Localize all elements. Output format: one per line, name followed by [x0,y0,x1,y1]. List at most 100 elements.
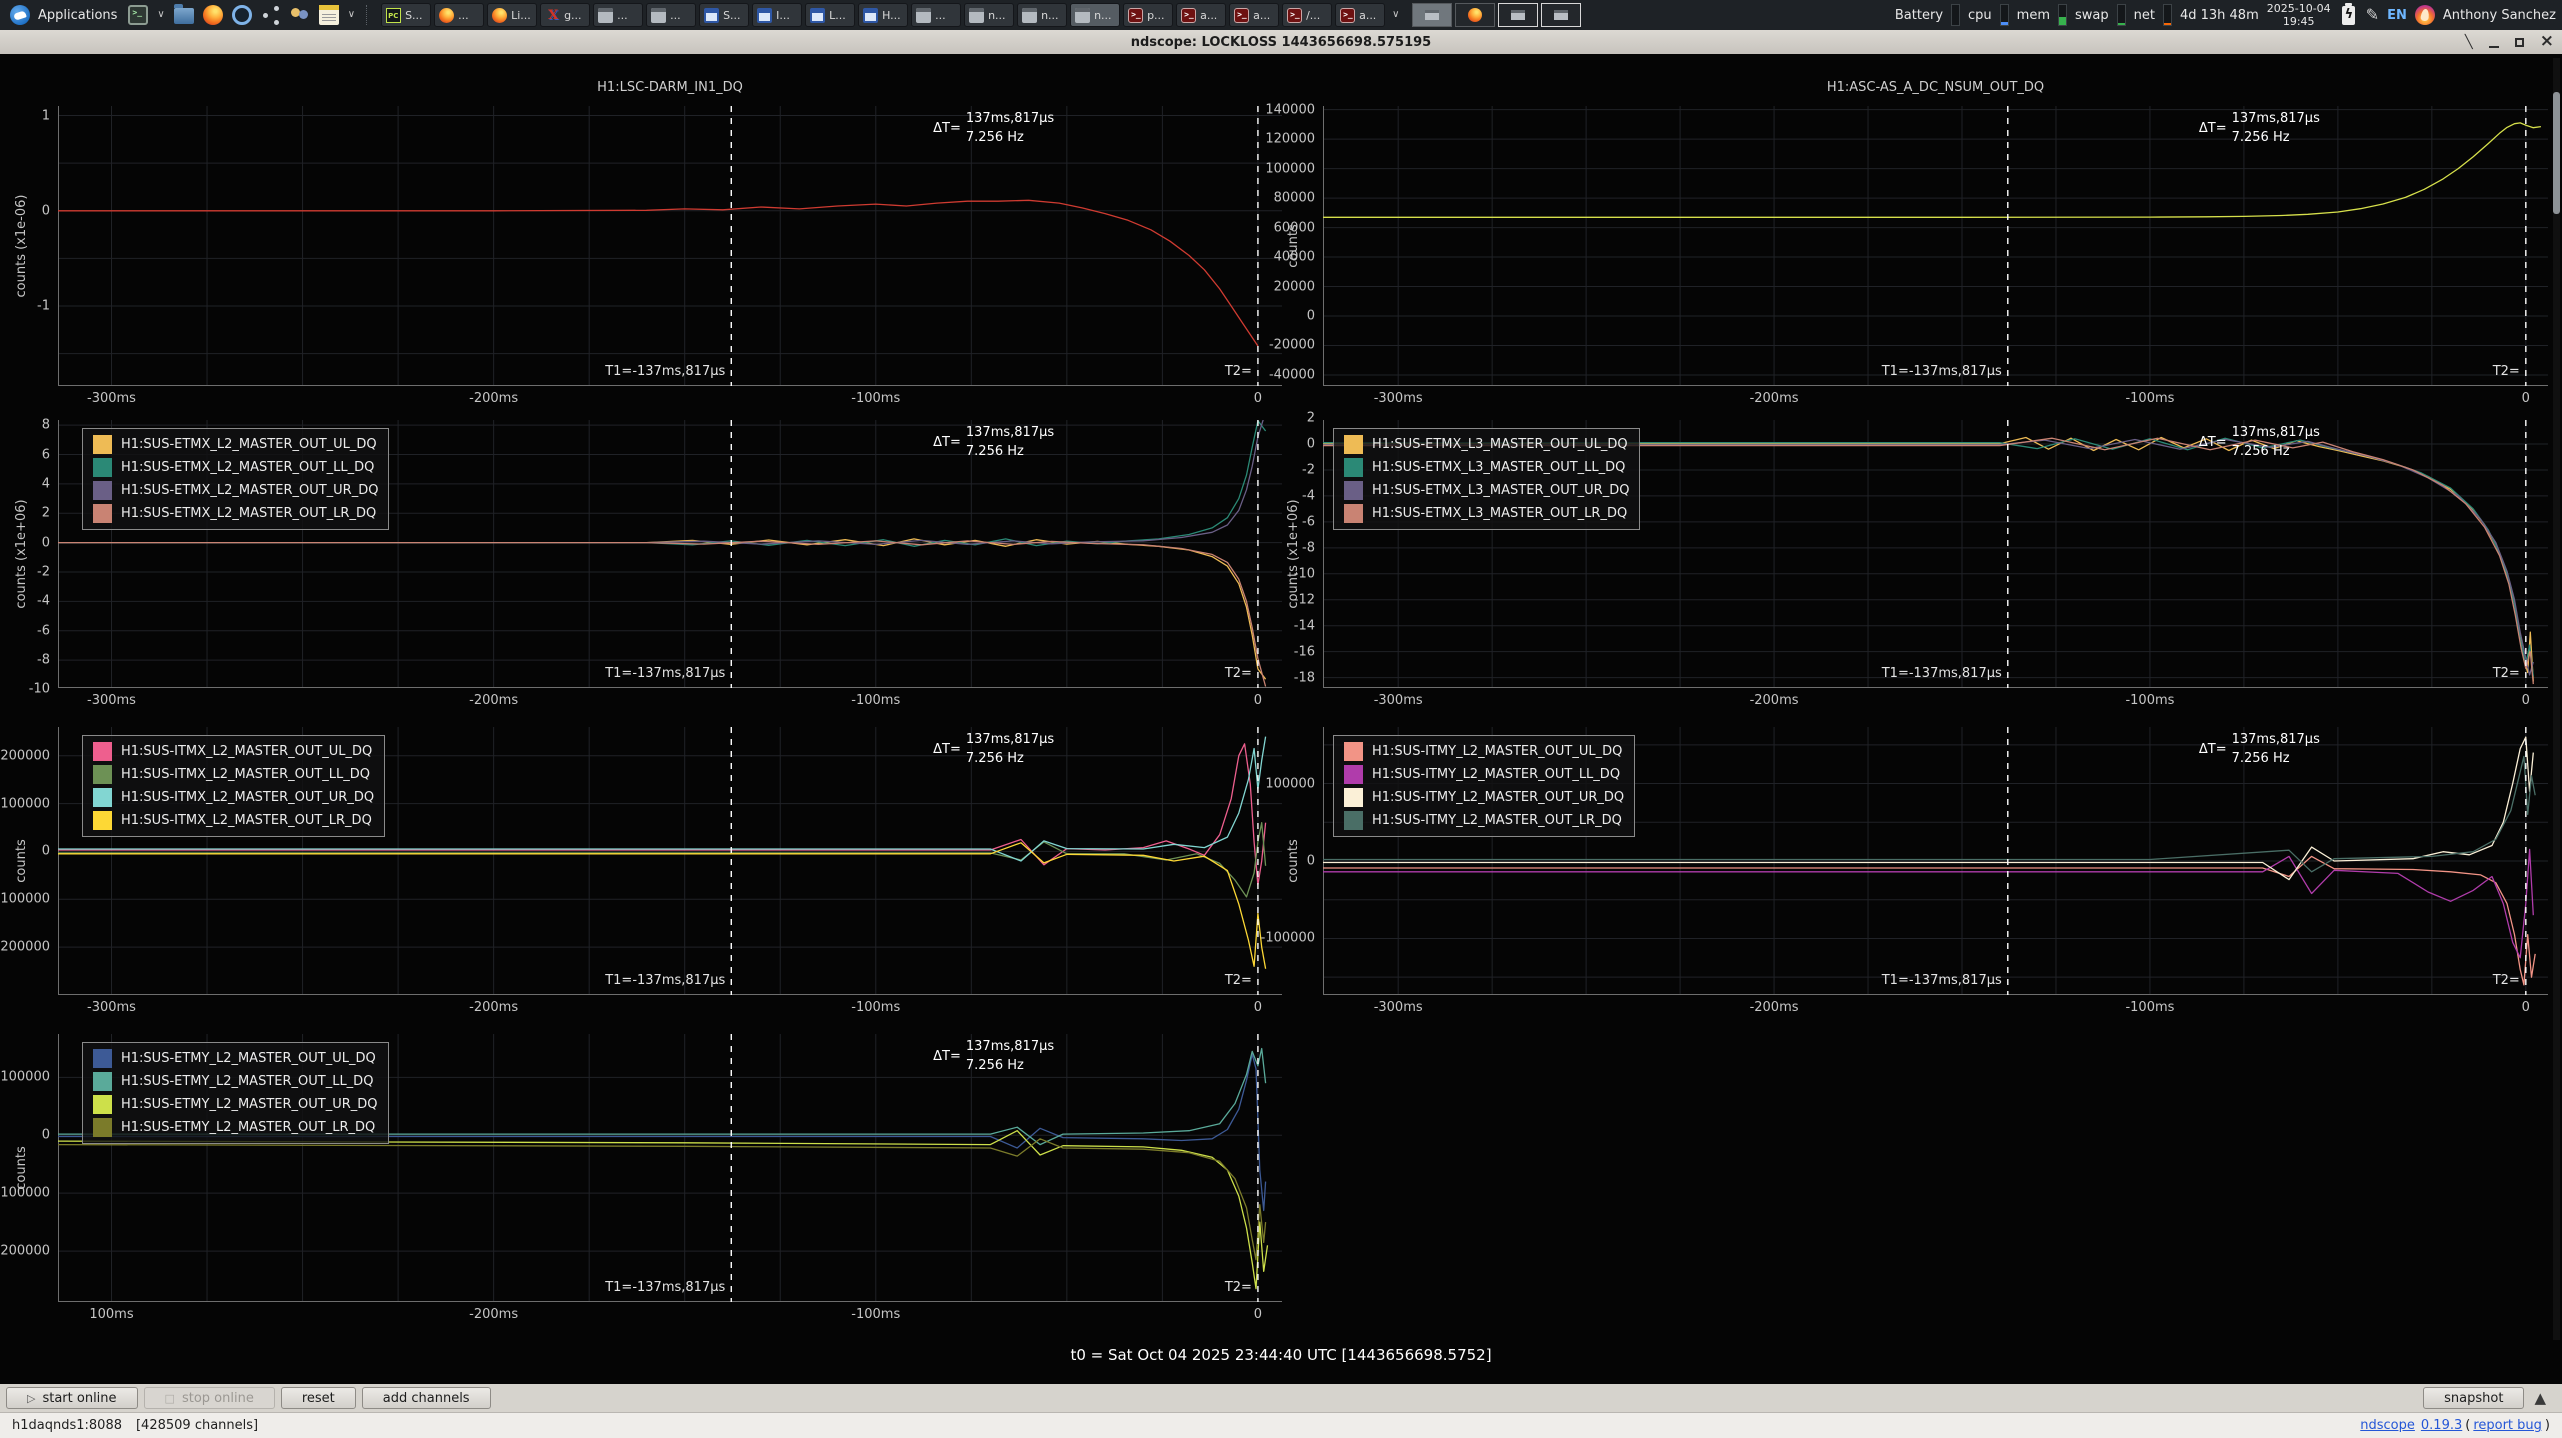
task-button-0[interactable]: S... [381,3,431,27]
mem-gauge[interactable] [2058,4,2067,26]
start-online-button[interactable]: ▷ start online [6,1387,138,1409]
desktop: Applications ∨∨ S......Li...g.........S.… [0,0,2562,1438]
delta-t-values: 137ms,817µs7.256 Hz [966,111,1054,145]
workspace-2[interactable] [1455,3,1495,27]
task-button-11[interactable]: n... [964,3,1014,27]
window-minimize-button[interactable] [2489,37,2499,48]
task-button-3[interactable]: g... [540,3,590,27]
terminal-launcher-icon[interactable] [128,5,148,25]
window-icon [1554,10,1568,20]
task-button-14[interactable]: p... [1123,3,1173,27]
brush-icon[interactable]: ✎ [2366,7,2379,23]
legend-item: H1:SUS-ETMY_L2_MASTER_OUT_LR_DQ [93,1118,378,1137]
task-button-8[interactable]: L... [805,3,855,27]
gitk-icon [545,8,560,23]
reset-button[interactable]: reset [281,1387,356,1409]
stop-online-button[interactable]: □ stop online [144,1387,275,1409]
task-button-label: H... [882,9,901,22]
control-bar: ▷ start online □ stop online reset add c… [0,1384,2562,1412]
add-channels-button[interactable]: add channels [362,1387,491,1409]
scrollbar-thumb[interactable] [2553,92,2560,214]
legend-channel-name: H1:SUS-ETMX_L3_MASTER_OUT_UR_DQ [1372,483,1629,498]
clock[interactable]: 2025-10-0419:45 [2267,2,2331,28]
gauge-fill [2001,22,2008,25]
task-button-6[interactable]: S... [699,3,749,27]
x-tick-label: -100ms [2125,391,2174,406]
task-overflow-icon[interactable]: ∨ [1392,10,1399,20]
task-button-2[interactable]: Li... [487,3,537,27]
legend-itmy-l2[interactable]: H1:SUS-ITMY_L2_MASTER_OUT_UL_DQH1:SUS-IT… [1333,735,1635,837]
plot-canvas-asc-as-a[interactable] [1323,106,2548,386]
workspace-1[interactable] [1412,3,1452,27]
task-button-7[interactable]: I... [752,3,802,27]
battery-gauge[interactable] [1951,4,1960,26]
x-tick-label: -200ms [1750,391,1799,406]
task-button-12[interactable]: n... [1017,3,1067,27]
legend-etmx-l2[interactable]: H1:SUS-ETMX_L2_MASTER_OUT_UL_DQH1:SUS-ET… [82,428,389,530]
legend-channel-name: H1:SUS-ITMX_L2_MASTER_OUT_UL_DQ [121,744,372,759]
task-button-16[interactable]: a... [1229,3,1279,27]
task-button-label: ... [458,9,469,22]
collapse-panel-icon[interactable]: ▲ [2534,1389,2546,1407]
cpu-gauge[interactable] [2000,4,2009,26]
ndscope-link[interactable]: ndscope [2360,1418,2415,1433]
report-bug-link[interactable]: report bug [2473,1418,2542,1433]
browser-launcher-icon[interactable] [232,5,252,25]
legend-itmx-l2[interactable]: H1:SUS-ITMX_L2_MASTER_OUT_UL_DQH1:SUS-IT… [82,735,385,837]
delta-t-frequency: 7.256 Hz [2232,751,2320,766]
fire-icon[interactable] [2415,5,2435,25]
stop-online-label: stop online [182,1391,254,1406]
task-button-10[interactable]: ... [911,3,961,27]
y-tick-label: 200000 [0,748,50,763]
version-link[interactable]: 0.19.3 [2421,1418,2462,1433]
swap-gauge[interactable] [2117,4,2126,26]
share-launcher-icon[interactable] [261,5,281,25]
legend-item: H1:SUS-ETMX_L3_MASTER_OUT_UL_DQ [1344,435,1629,454]
file-manager-launcher-icon[interactable] [174,8,194,24]
terminal-red-icon [1234,8,1249,23]
delta-t-values: 137ms,817µs7.256 Hz [966,732,1054,766]
task-button-13[interactable]: n... [1070,3,1120,27]
workspace-4[interactable] [1541,3,1581,27]
x-tick-label: -200ms [469,1307,518,1322]
task-button-label: a... [1200,9,1217,22]
notes-launcher-icon[interactable] [319,5,339,25]
legend-channel-name: H1:SUS-ETMX_L2_MASTER_OUT_UL_DQ [121,437,377,452]
firefox-launcher-icon[interactable] [203,5,223,25]
task-button-15[interactable]: a... [1176,3,1226,27]
window-close-button[interactable]: × [2540,35,2554,49]
delta-t-frequency: 7.256 Hz [966,751,1054,766]
task-button-9[interactable]: H... [858,3,908,27]
legend-channel-name: H1:SUS-ETMX_L3_MASTER_OUT_LR_DQ [1372,506,1627,521]
legend-etmx-l3[interactable]: H1:SUS-ETMX_L3_MASTER_OUT_UL_DQ H1:SUS-ET… [1333,428,1640,530]
task-button-4[interactable]: ... [593,3,643,27]
task-button-17[interactable]: /... [1282,3,1332,27]
t2-cursor-label-etmx-l2: T2= [1225,666,1252,681]
launcher-chevron-icon[interactable]: ∨ [348,10,355,20]
snapshot-button[interactable]: snapshot [2423,1387,2524,1409]
window-shade-button[interactable]: ╲ [2465,36,2473,49]
window-titlebar[interactable]: ndscope: LOCKLOSS 1443656698.575195 ╲ × [0,30,2562,54]
task-button-5[interactable]: ... [646,3,696,27]
battery-icon[interactable] [2342,6,2355,25]
applications-menu[interactable]: Applications [6,5,121,25]
workspace-pager [1412,3,1581,27]
legend-etmy-l2[interactable]: H1:SUS-ETMY_L2_MASTER_OUT_UL_DQH1:SUS-ET… [82,1042,389,1144]
legend-channel-name: H1:SUS-ETMX_L3_MASTER_OUT_LL_DQ [1372,460,1625,475]
legend-swatch [1344,811,1363,830]
contacts-launcher-icon[interactable] [290,5,310,25]
task-button-18[interactable]: a... [1335,3,1385,27]
workspace-3[interactable] [1498,3,1538,27]
scrollbar[interactable] [2553,58,2560,1340]
legend-item: H1:SUS-ETMY_L2_MASTER_OUT_LL_DQ [93,1072,378,1091]
window-maximize-button[interactable] [2515,38,2524,47]
monitor-label-net: net [2134,8,2155,23]
y-tick-label: 100000 [1235,161,1315,176]
y-tick-label: 8 [0,418,50,433]
task-button-1[interactable]: ... [434,3,484,27]
launcher-chevron-icon[interactable]: ∨ [157,10,164,20]
delta-t-time: 137ms,817µs [966,425,1054,440]
net-gauge[interactable] [2163,4,2172,26]
language-indicator[interactable]: EN [2387,8,2407,23]
plot-canvas-lsc-darm[interactable] [58,106,1282,386]
